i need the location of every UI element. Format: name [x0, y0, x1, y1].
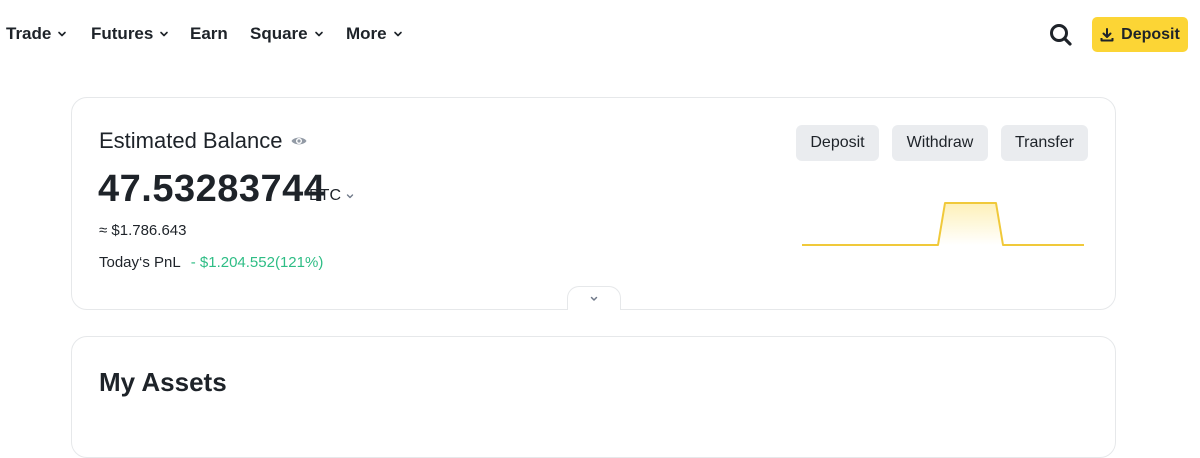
deposit-button[interactable]: Deposit: [796, 125, 879, 161]
estimated-balance-card: Estimated Balance 47.53283744 BTC ≈ $1.7…: [71, 97, 1116, 310]
withdraw-button[interactable]: Withdraw: [892, 125, 988, 161]
download-icon: [1100, 27, 1114, 41]
nav-item-label: Square: [250, 24, 308, 43]
assets-title: My Assets: [99, 367, 227, 397]
pnl-label: Today‘s PnL: [99, 254, 181, 271]
chevron-down-icon: [160, 31, 169, 37]
balance-sparkline: [802, 202, 1084, 246]
currency-unit-select[interactable]: BTC: [309, 187, 355, 205]
expand-toggle[interactable]: [567, 286, 621, 310]
my-assets-card: My Assets: [71, 336, 1116, 458]
balance-amount: 47.53283744: [98, 168, 326, 210]
top-navigation: Trade Futures Earn Square More Deposit: [0, 0, 1200, 70]
nav-item-futures[interactable]: Futures: [91, 24, 169, 44]
nav-item-label: Trade: [6, 24, 52, 43]
sparkline-area: [938, 203, 1003, 245]
fiat-equivalent: ≈ $1.786.643: [99, 222, 187, 239]
chevron-down-icon: [393, 31, 402, 37]
balance-title-row: Estimated Balance: [99, 128, 308, 154]
nav-item-trade[interactable]: Trade: [6, 24, 67, 44]
todays-pnl: Today‘s PnL - $1.204.552(121%): [99, 254, 323, 271]
nav-item-label: Futures: [91, 24, 154, 43]
chevron-down-icon: [58, 31, 67, 37]
pnl-value: - $1.204.552(121%): [190, 254, 324, 271]
header-deposit-button[interactable]: Deposit: [1092, 17, 1188, 52]
balance-title: Estimated Balance: [99, 128, 283, 153]
nav-item-square[interactable]: Square: [250, 24, 324, 44]
chevron-down-icon: [590, 296, 598, 301]
header-deposit-label: Deposit: [1121, 25, 1180, 43]
chevron-down-icon: [314, 31, 323, 37]
transfer-button[interactable]: Transfer: [1001, 125, 1088, 161]
nav-item-earn[interactable]: Earn: [190, 24, 228, 44]
nav-item-label: More: [346, 24, 387, 43]
search-icon[interactable]: [1048, 22, 1074, 48]
chevron-down-icon: [346, 194, 354, 199]
eye-icon[interactable]: [290, 132, 308, 150]
nav-item-label: Earn: [190, 24, 228, 43]
nav-item-more[interactable]: More: [346, 24, 403, 44]
currency-unit-label: BTC: [309, 187, 341, 204]
